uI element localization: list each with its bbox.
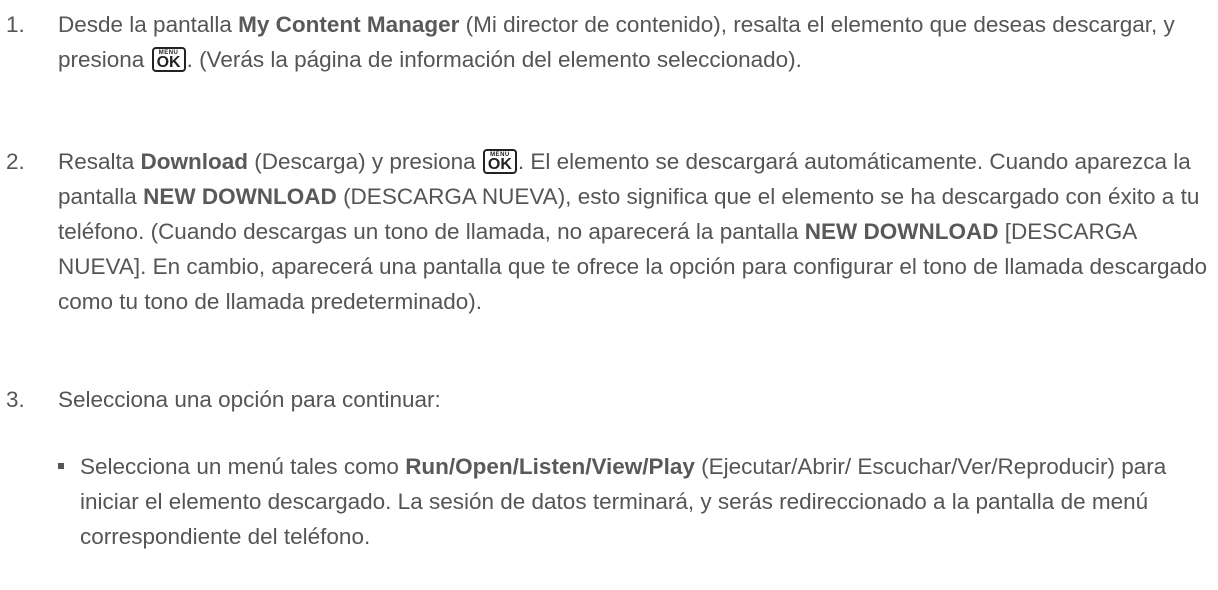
bold-term: Run/Open/Listen/View/Play	[405, 454, 695, 479]
square-bullet-icon	[58, 463, 64, 469]
key-main-label: OK	[156, 54, 181, 71]
step-1: 1. Desde la pantalla My Content Manager …	[6, 7, 1208, 77]
bold-term: Download	[140, 149, 249, 174]
step-text: Selecciona una opción para continuar:	[58, 387, 441, 412]
text-run: Resalta	[58, 149, 141, 174]
menu-ok-key-icon: MENU OK	[151, 47, 186, 72]
document-page: 1. Desde la pantalla My Content Manager …	[0, 0, 1218, 590]
option-bullet-item: Selecciona un menú tales como Run/Open/L…	[58, 449, 1210, 554]
key-main-label: OK	[487, 156, 512, 173]
step-text: Resalta Download (Descarga) y presiona M…	[58, 144, 1208, 319]
text-run: Selecciona un menú tales como	[80, 454, 406, 479]
text-run: (Descarga) y presiona	[248, 149, 482, 174]
text-run: Desde la pantalla	[58, 12, 239, 37]
step-number: 2.	[6, 149, 25, 174]
bold-term: NEW DOWNLOAD	[804, 219, 999, 244]
step-2: 2. Resalta Download (Descarga) y presion…	[6, 144, 1208, 319]
step-3: 3. Selecciona una opción para continuar:	[6, 382, 1208, 417]
step-number: 1.	[6, 12, 25, 37]
step-text: Desde la pantalla My Content Manager (Mi…	[58, 7, 1208, 77]
bold-term: My Content Manager	[238, 12, 460, 37]
step-number: 3.	[6, 387, 25, 412]
bullet-text: Selecciona un menú tales como Run/Open/L…	[80, 449, 1210, 554]
bold-term: NEW DOWNLOAD	[143, 184, 337, 209]
menu-ok-key-icon: MENU OK	[482, 149, 517, 174]
text-run: . (Verás la página de información del el…	[186, 47, 802, 72]
